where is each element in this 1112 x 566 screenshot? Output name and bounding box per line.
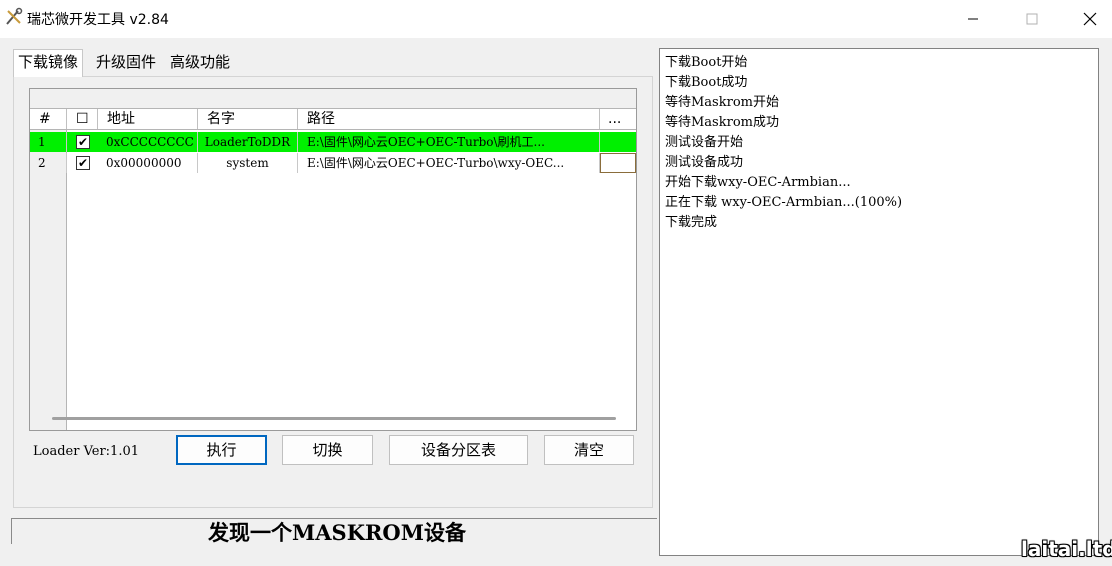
log-line: 等待Maskrom开始 [665, 95, 779, 110]
grid-top-bar [30, 89, 636, 109]
partition-grid[interactable]: # ☐ 地址 名字 路径 ... 1 ✔ 0xCCCCCCCC LoaderTo… [29, 88, 637, 431]
switch-button[interactable]: 切换 [282, 435, 373, 465]
close-button[interactable] [1061, 0, 1112, 38]
maximize-icon [1026, 13, 1038, 25]
tab-download-image[interactable]: 下载镜像 [13, 49, 84, 77]
row-address[interactable]: 0x00000000 [98, 153, 198, 173]
horizontal-scrollbar[interactable] [52, 417, 616, 420]
clear-button[interactable]: 清空 [544, 435, 634, 465]
log-panel[interactable]: 下载Boot开始 下载Boot成功 等待Maskrom开始 等待Maskrom成… [659, 48, 1099, 556]
minimize-icon [968, 18, 978, 20]
browse-file-button[interactable] [600, 153, 636, 173]
row-index: 2 [30, 153, 67, 173]
execute-button[interactable]: 执行 [176, 435, 267, 465]
log-line: 下载完成 [665, 215, 718, 230]
row-name[interactable]: LoaderToDDR [198, 132, 298, 152]
header-index: # [30, 109, 67, 129]
tab-upgrade-firmware[interactable]: 升级固件 [92, 50, 160, 76]
grid-row-header-column [30, 130, 67, 430]
log-line: 等待Maskrom成功 [665, 115, 779, 130]
row-index: 1 [30, 132, 67, 152]
log-line: 下载Boot开始 [665, 55, 748, 70]
header-path[interactable]: 路径 [298, 109, 600, 129]
watermark: laitai.ltd [1021, 537, 1112, 561]
header-checkbox[interactable]: ☐ [67, 109, 98, 129]
minimize-button[interactable] [944, 0, 1002, 38]
row-name[interactable]: system [198, 153, 298, 173]
grid-header: # ☐ 地址 名字 路径 ... [30, 109, 636, 130]
loader-version: Loader Ver:1.01 [33, 444, 139, 459]
tab-advanced-functions[interactable]: 高级功能 [166, 50, 234, 76]
log-line: 开始下载wxy-OEC-Armbian... [665, 175, 851, 190]
row-checkbox[interactable]: ✔ [76, 156, 90, 170]
maximize-button[interactable] [1003, 0, 1061, 38]
row-path[interactable]: E:\固件\网心云OEC+OEC-Turbo\wxy-OEC... [298, 153, 600, 173]
header-name[interactable]: 名字 [198, 109, 298, 129]
row-path[interactable]: E:\固件\网心云OEC+OEC-Turbo\刷机工... [298, 132, 600, 152]
title-bar: 瑞芯微开发工具 v2.84 [0, 0, 1112, 38]
row-address[interactable]: 0xCCCCCCCC [98, 132, 198, 152]
partition-table-button[interactable]: 设备分区表 [389, 435, 528, 465]
log-line: 测试设备开始 [665, 135, 744, 150]
log-line: 下载Boot成功 [665, 75, 748, 90]
header-address[interactable]: 地址 [98, 109, 198, 129]
close-icon [1083, 12, 1097, 26]
table-row[interactable]: 1 ✔ 0xCCCCCCCC LoaderToDDR E:\固件\网心云OEC+… [30, 132, 636, 152]
tools-icon [6, 7, 23, 25]
log-line: 测试设备成功 [665, 155, 744, 170]
log-line: 正在下载 wxy-OEC-Armbian...(100%) [665, 195, 903, 210]
row-checkbox[interactable]: ✔ [76, 135, 90, 149]
device-status: 发现一个MASKROM设备 [208, 520, 466, 545]
table-row[interactable]: 2 ✔ 0x00000000 system E:\固件\网心云OEC+OEC-T… [30, 153, 636, 173]
header-browse: ... [608, 111, 622, 127]
window-title: 瑞芯微开发工具 v2.84 [27, 12, 169, 28]
